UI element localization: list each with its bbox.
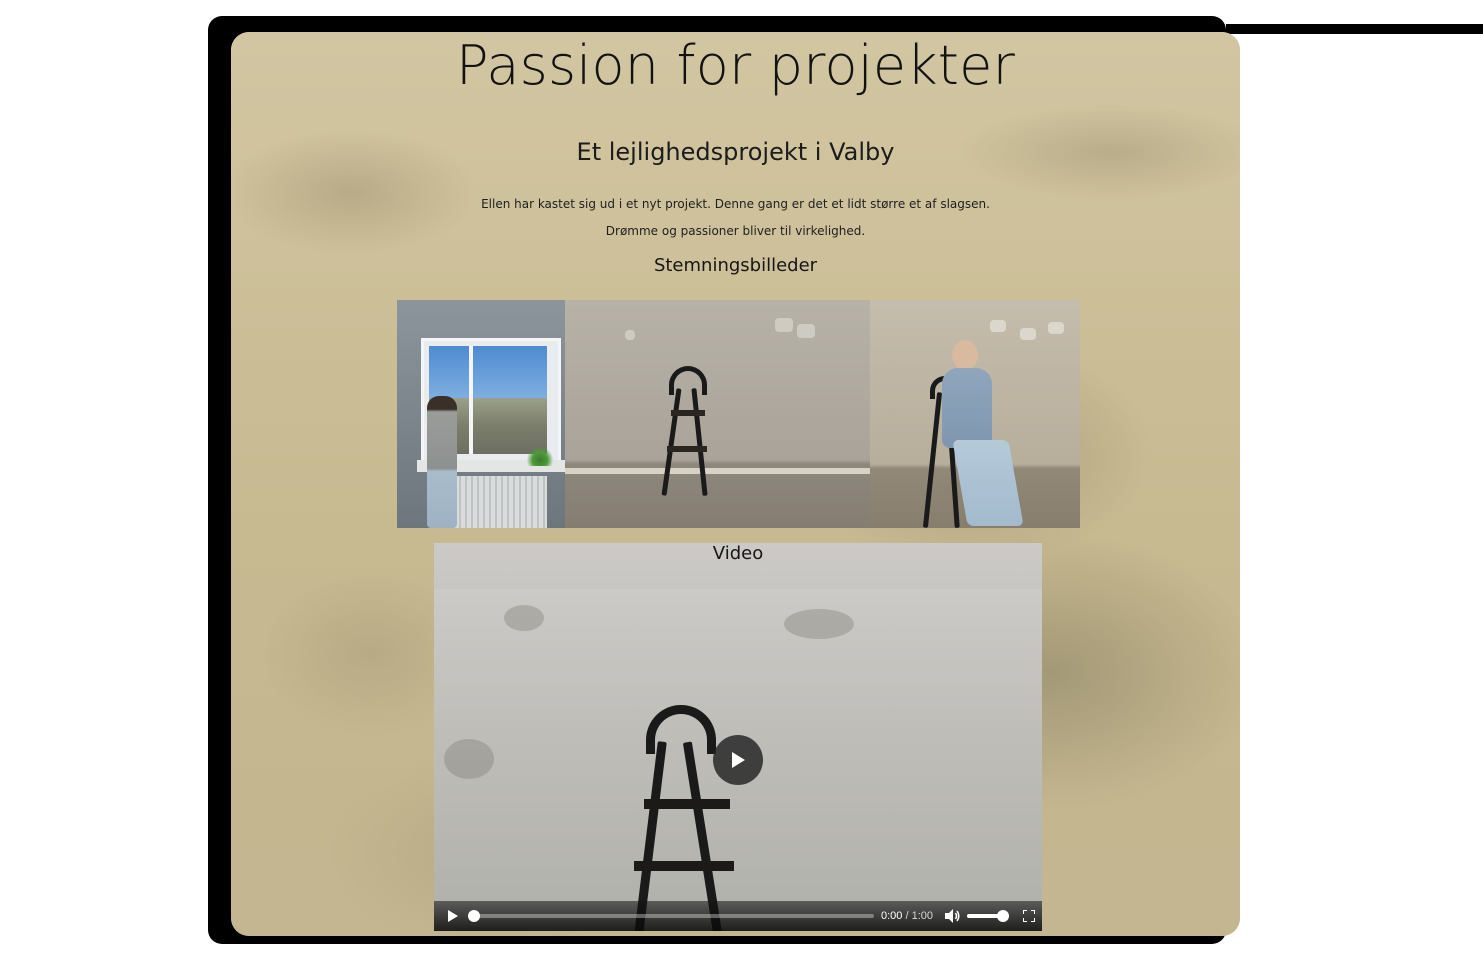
page-content: Passion for projekter Et lejlighedsproje… <box>231 32 1240 936</box>
ladder-rail <box>661 388 682 496</box>
wall-blotch <box>625 330 635 340</box>
gallery-photo-ladder-empty-room[interactable] <box>565 300 870 528</box>
progress-knob[interactable] <box>468 910 480 922</box>
duration: 1:00 <box>911 910 934 922</box>
device-frame-edge <box>1226 24 1483 34</box>
photo-person-body <box>942 368 992 448</box>
photo-person-head <box>952 340 978 370</box>
ladder-step <box>644 799 730 809</box>
wall-blotch <box>784 609 854 639</box>
intro-paragraph-2: Drømme og passioner bliver til virkeligh… <box>605 224 866 238</box>
play-button[interactable] <box>446 909 460 923</box>
ladder-rail <box>922 392 943 528</box>
gallery-photo-woman-on-ladder[interactable] <box>870 300 1080 528</box>
ladder-step <box>634 861 734 871</box>
gallery-heading: Stemningsbilleder <box>653 255 818 276</box>
gallery-photo-woman-at-window[interactable] <box>397 300 565 528</box>
video-player[interactable]: 0:00 / 1:00 <box>434 589 1042 931</box>
big-play-button[interactable] <box>713 735 763 785</box>
play-icon <box>732 752 745 768</box>
speaker-icon <box>945 909 960 923</box>
photo-window-mullion <box>469 346 473 454</box>
volume-knob[interactable] <box>996 910 1009 922</box>
wall-blotch <box>797 324 815 338</box>
wall-blotch <box>1048 322 1064 334</box>
photo-plant <box>527 446 553 466</box>
ladder-rail <box>691 388 708 496</box>
page-subtitle: Et lejlighedsprojekt i Valby <box>576 138 895 166</box>
page-title: Passion for projekter <box>456 34 1015 97</box>
time-separator: / <box>902 910 912 922</box>
ladder-step <box>667 446 707 452</box>
wall-blotch <box>990 320 1006 332</box>
ladder-step <box>671 410 705 416</box>
fullscreen-button[interactable] <box>1023 909 1037 923</box>
time-display: 0:00 / 1:00 <box>881 910 933 922</box>
page-window: Passion for projekter Et lejlighedsproje… <box>231 32 1240 936</box>
video-progress-bar[interactable] <box>468 910 874 922</box>
wall-blotch <box>444 739 494 779</box>
wall-blotch <box>775 318 793 332</box>
photo-person <box>427 396 457 528</box>
mood-gallery <box>397 300 1080 528</box>
intro-paragraph-1: Ellen har kastet sig ud i et nyt projekt… <box>481 197 990 211</box>
current-time: 0:00 <box>881 910 903 922</box>
fullscreen-icon <box>1023 910 1036 922</box>
ladder-arch <box>669 366 707 395</box>
wall-blotch <box>504 605 544 631</box>
play-icon <box>448 910 458 922</box>
volume-slider[interactable] <box>967 910 1010 922</box>
video-controls: 0:00 / 1:00 <box>434 901 1042 931</box>
ladder-illustration <box>661 366 723 496</box>
mute-button[interactable] <box>945 909 961 923</box>
photo-sky <box>429 346 547 398</box>
wall-blotch <box>1020 328 1036 340</box>
